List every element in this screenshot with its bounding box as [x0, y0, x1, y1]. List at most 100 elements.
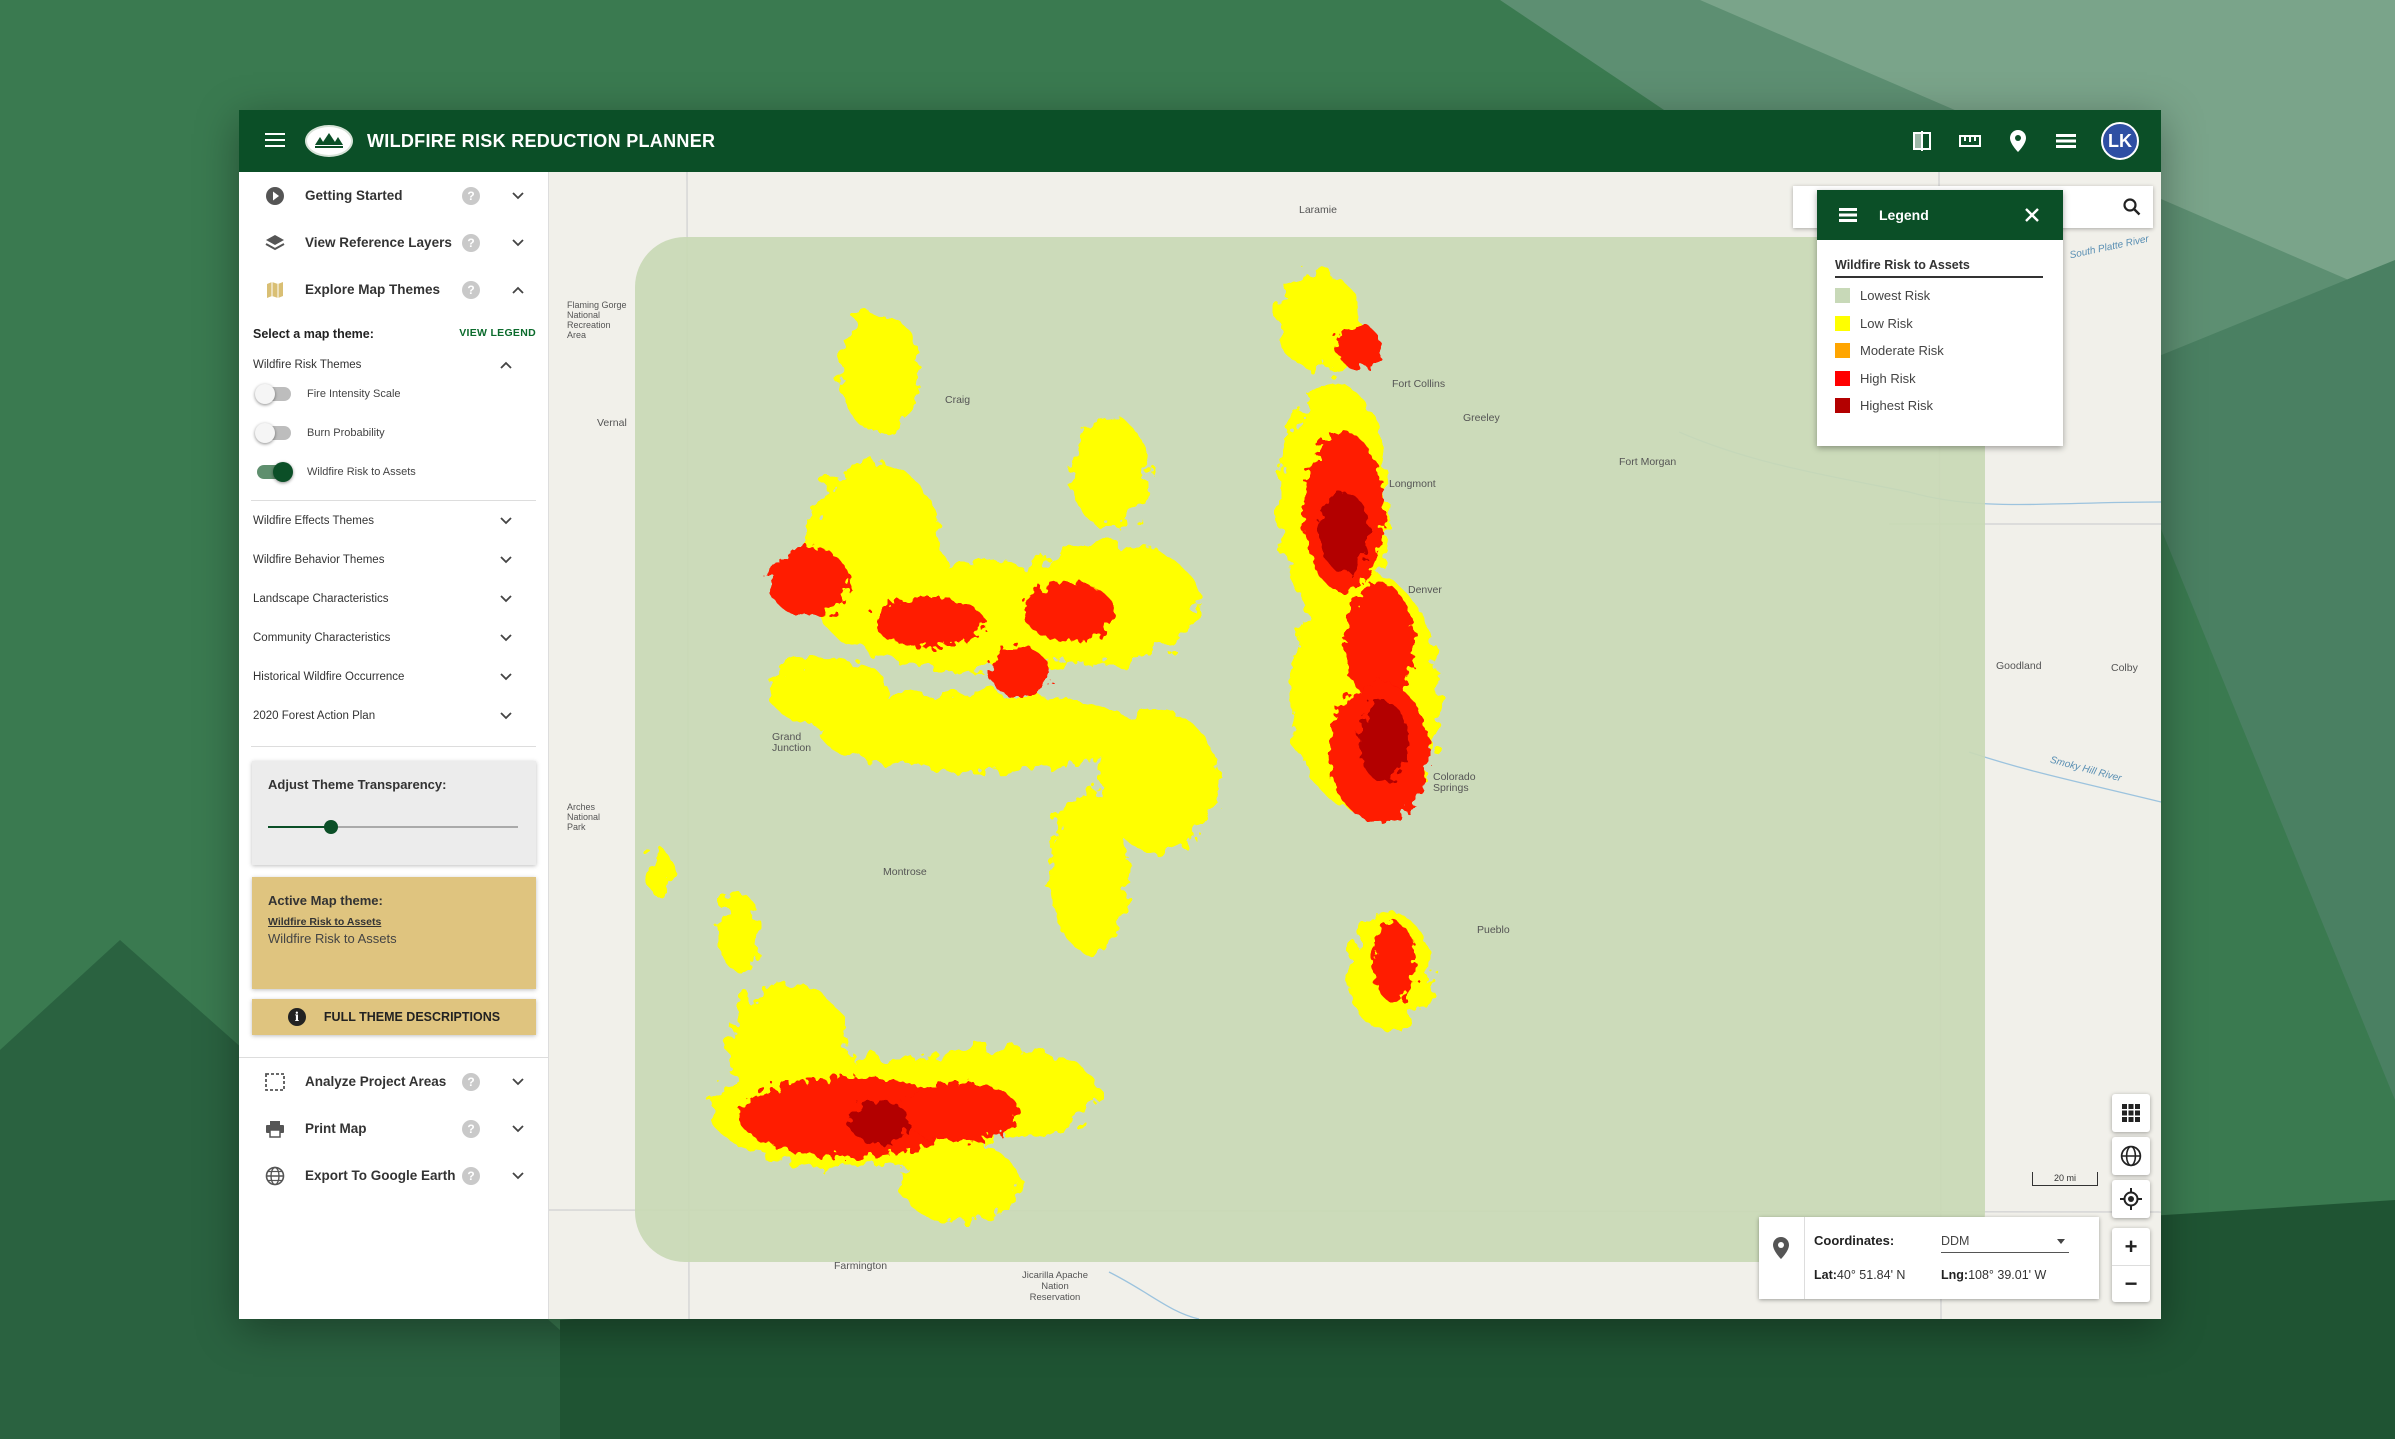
legend-label: High Risk	[1860, 370, 1916, 386]
full-theme-descriptions-button[interactable]: i FULL THEME DESCRIPTIONS	[252, 999, 536, 1035]
menu-icon[interactable]	[265, 133, 287, 149]
basemap-grid-button[interactable]	[2112, 1094, 2150, 1132]
globe-button[interactable]	[2112, 1137, 2150, 1175]
ruler-icon[interactable]	[1957, 128, 1983, 154]
avatar[interactable]: LK	[2101, 122, 2139, 160]
zoom-out-button[interactable]: −	[2112, 1265, 2150, 1302]
section-explore-map-themes[interactable]: Explore Map Themes ?	[239, 266, 548, 313]
group-label: Community Characteristics	[253, 631, 391, 644]
help-icon[interactable]: ?	[462, 233, 480, 252]
group-wildfire-risk-themes[interactable]: Wildfire Risk Themes	[239, 345, 548, 384]
chevron-down-icon[interactable]	[499, 553, 513, 567]
group-wildfire-behavior[interactable]: Wildfire Behavior Themes	[239, 540, 548, 579]
toggle-switch[interactable]	[255, 422, 291, 443]
sidebar: Getting Started ? View Reference Layers …	[239, 172, 549, 1319]
legend-swatch	[1835, 343, 1850, 359]
map-label: Craig	[945, 394, 971, 406]
toggle-burn-probability[interactable]: Burn Probability	[239, 413, 548, 452]
chevron-down-icon[interactable]	[511, 1075, 525, 1089]
toggle-label: Burn Probability	[307, 426, 385, 439]
layers-list-icon[interactable]	[2053, 128, 2079, 154]
group-label: Wildfire Effects Themes	[253, 514, 375, 527]
zoom-in-button[interactable]: +	[2112, 1228, 2150, 1265]
transparency-card: Adjust Theme Transparency:	[252, 761, 536, 865]
coordinate-format-select[interactable]: DDM	[1941, 1231, 2069, 1253]
location-pin-icon[interactable]	[2005, 128, 2031, 154]
legend-label: Moderate Risk	[1860, 343, 1944, 359]
close-icon[interactable]	[2023, 206, 2041, 224]
chevron-up-icon[interactable]	[499, 358, 513, 372]
section-label: Explore Map Themes	[305, 282, 441, 297]
my-location-button[interactable]	[2112, 1180, 2150, 1218]
section-label: Getting Started	[305, 188, 403, 203]
map-label: Fort Morgan	[1619, 456, 1677, 468]
chevron-down-icon[interactable]	[499, 514, 513, 528]
group-historical-wildfire[interactable]: Historical Wildfire Occurrence	[239, 657, 548, 696]
map-label: Pueblo	[1477, 924, 1510, 936]
toggle-switch[interactable]	[255, 383, 291, 404]
grid-icon	[2122, 1104, 2140, 1122]
chevron-down-icon[interactable]	[499, 631, 513, 645]
help-icon[interactable]: ?	[462, 280, 480, 299]
active-theme-link[interactable]: Wildfire Risk to Assets	[268, 916, 520, 928]
legend-label: Low Risk	[1860, 315, 1913, 331]
map-label: Colby	[2111, 662, 2138, 674]
transparency-slider[interactable]	[268, 820, 518, 834]
compare-icon[interactable]	[1909, 128, 1935, 154]
map-icon	[263, 278, 287, 302]
section-label: Analyze Project Areas	[305, 1074, 447, 1089]
chevron-down-icon[interactable]	[511, 1122, 525, 1136]
printer-icon	[263, 1117, 287, 1141]
active-theme-text: Wildfire Risk to Assets	[268, 931, 397, 946]
help-icon[interactable]: ?	[462, 1166, 480, 1185]
logo	[305, 125, 353, 157]
help-icon[interactable]: ?	[462, 1072, 480, 1091]
app-title: WILDFIRE RISK REDUCTION PLANNER	[367, 130, 716, 151]
chevron-down-icon[interactable]	[511, 189, 525, 203]
legend-label: Lowest Risk	[1860, 288, 1931, 304]
toggle-switch[interactable]	[257, 461, 293, 482]
section-label: View Reference Layers	[305, 235, 452, 250]
chevron-up-icon[interactable]	[511, 283, 525, 297]
group-community-characteristics[interactable]: Community Characteristics	[239, 618, 548, 657]
theme-header: Select a map theme: VIEW LEGEND	[239, 313, 548, 341]
play-circle-icon	[263, 184, 287, 208]
section-getting-started[interactable]: Getting Started ?	[239, 172, 548, 219]
lng-value: 108° 39.01' W	[1968, 1268, 2047, 1282]
legend-swatch	[1835, 370, 1850, 386]
map-label: Greeley	[1463, 412, 1500, 424]
transparency-title: Adjust Theme Transparency:	[268, 777, 447, 792]
section-export-google-earth[interactable]: Export To Google Earth ?	[239, 1152, 548, 1199]
chevron-down-icon[interactable]	[511, 1169, 525, 1183]
view-legend-link[interactable]: VIEW LEGEND	[459, 327, 536, 341]
slider-thumb[interactable]	[323, 820, 338, 834]
group-forest-action-plan[interactable]: 2020 Forest Action Plan	[239, 696, 548, 735]
legend-item: Low Risk	[1835, 310, 2045, 338]
toggle-wildfire-risk-to-assets[interactable]: Wildfire Risk to Assets	[239, 452, 548, 491]
legend-header: Legend	[1817, 190, 2063, 240]
map-label: Montrose	[883, 866, 927, 878]
group-label: Wildfire Risk Themes	[253, 358, 362, 371]
chevron-down-icon[interactable]	[499, 592, 513, 606]
chevron-down-icon[interactable]	[499, 670, 513, 684]
map-view[interactable]: Laramie Fort Collins Greeley Fort Morgan…	[549, 172, 2161, 1319]
help-icon[interactable]: ?	[462, 186, 480, 205]
map-label: Vernal	[597, 417, 627, 429]
section-analyze-project-areas[interactable]: Analyze Project Areas ?	[239, 1058, 548, 1105]
group-landscape-characteristics[interactable]: Landscape Characteristics	[239, 579, 548, 618]
toggle-label: Fire Intensity Scale	[307, 387, 401, 400]
section-view-reference-layers[interactable]: View Reference Layers ?	[239, 219, 548, 266]
chevron-down-icon[interactable]	[499, 709, 513, 723]
section-print-map[interactable]: Print Map ?	[239, 1105, 548, 1152]
help-icon[interactable]: ?	[462, 1119, 480, 1138]
map-label: Colorado Springs	[1433, 771, 1476, 794]
group-wildfire-effects[interactable]: Wildfire Effects Themes	[239, 501, 548, 540]
map-label: Farmington	[834, 1260, 888, 1272]
legend-item: Moderate Risk	[1835, 337, 2045, 365]
section-label: Print Map	[305, 1121, 367, 1136]
chevron-down-icon[interactable]	[511, 236, 525, 250]
search-icon[interactable]	[2123, 198, 2141, 216]
legend-label: Highest Risk	[1860, 398, 1933, 414]
globe-icon	[2120, 1145, 2142, 1167]
toggle-label: Wildfire Risk to Assets	[307, 465, 416, 478]
